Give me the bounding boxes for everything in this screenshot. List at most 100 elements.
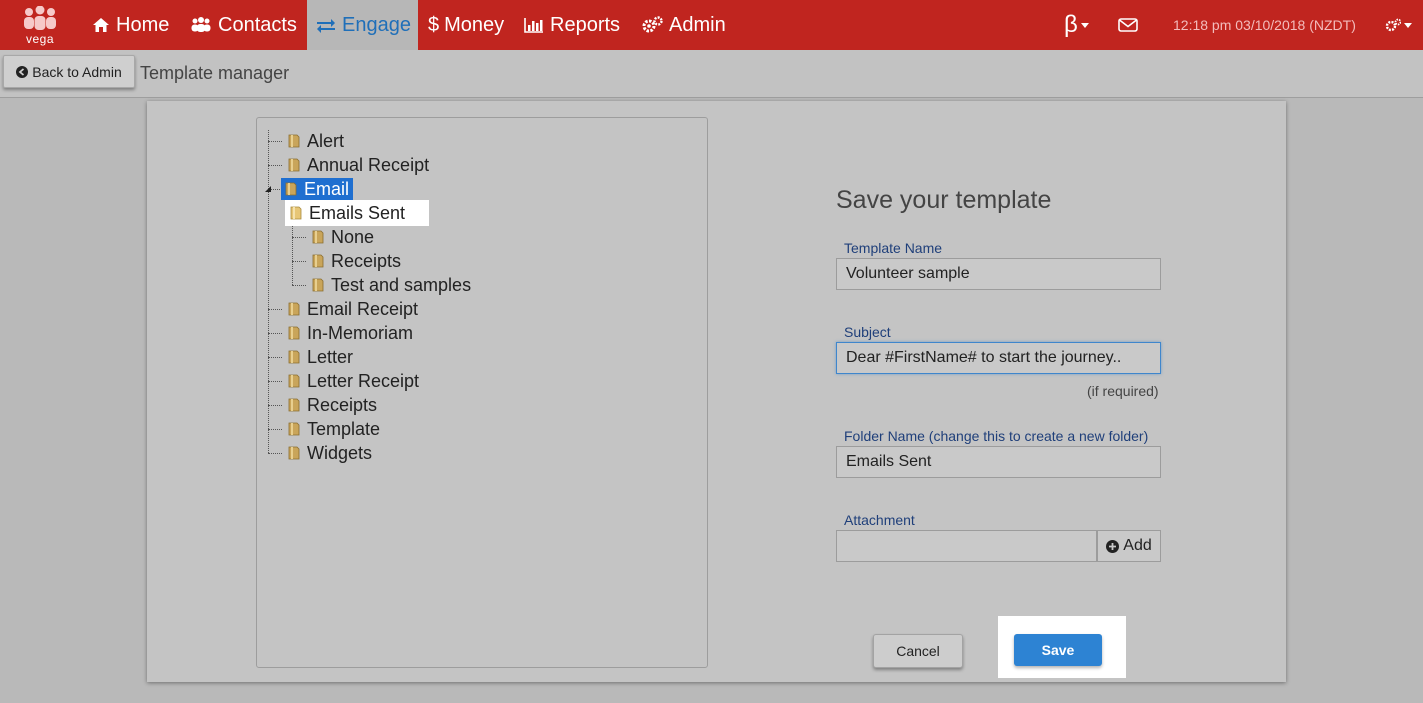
tree-node-label: Template [307,418,381,439]
template-name-input[interactable]: Volunteer sample [836,258,1161,290]
form-title: Save your template [836,186,1052,214]
settings-menu[interactable] [1385,0,1412,50]
nav-admin[interactable]: Admin [641,0,726,50]
subject-input[interactable]: Dear #FirstName# to start the journey.. [836,342,1161,374]
nav-home[interactable]: Home [92,0,169,50]
tree-connector [268,405,282,406]
folder-icon [288,446,300,460]
nav-engage[interactable]: Engage [307,0,418,50]
folder-icon [312,230,324,244]
folder-icon [312,278,324,292]
plus-circle-icon [1106,539,1120,553]
back-to-admin-label: Back to Admin [32,63,122,80]
add-label: Add [1123,537,1152,554]
tree-connector [268,381,282,382]
envelope-icon [1118,18,1138,32]
tree-node-email[interactable]: Email [281,178,354,200]
tree-node-annual-receipt[interactable]: Annual Receipt [287,154,429,176]
bar-chart-icon [524,17,544,33]
nav-reports[interactable]: Reports [524,0,620,50]
tree-node-label: Letter Receipt [307,370,420,391]
folder-icon [288,350,300,364]
nav-contacts-label: Contacts [218,13,297,36]
save-button[interactable]: Save [1014,634,1102,666]
tree-node-email-receipt[interactable]: Email Receipt [287,298,418,320]
nav-money-label: Money [444,13,505,36]
tree-connector [268,309,282,310]
attachment-label: Attachment [844,512,915,528]
folder-icon [285,182,297,196]
chevron-down-icon [1404,22,1412,28]
nav-engage-label: Engage [342,13,411,36]
mail-button[interactable] [1118,0,1138,50]
tree-connector [268,165,282,166]
tree-connector [268,429,282,430]
tree-node-alert[interactable]: Alert [287,130,344,152]
tree-node-emails-sent[interactable]: Emails Sent [285,200,430,226]
tree-connector [268,453,282,454]
nav-contacts[interactable]: Contacts [190,0,297,50]
beta-label: β [1064,11,1078,38]
tree-node-label: In-Memoriam [307,322,414,343]
template-save-panel: Alert Annual Receipt Email Emails Sent N… [147,101,1286,682]
tree-node-label: Letter [307,346,354,367]
tree-node-test-and-samples[interactable]: Test and samples [311,274,471,296]
gear-icon [1385,18,1401,32]
subject-label: Subject [844,324,891,340]
tree-node-in-memoriam[interactable]: In-Memoriam [287,322,413,344]
folder-name-input[interactable]: Emails Sent [836,446,1161,478]
tree-node-label: Widgets [307,442,373,463]
attachment-input[interactable] [836,530,1097,562]
tree-node-label: Test and samples [331,274,472,295]
template-name-label: Template Name [844,240,943,256]
tree-node-label: Receipts [307,394,378,415]
folder-tree: Alert Annual Receipt Email Emails Sent N… [256,117,708,668]
folder-name-label: Folder Name (change this to create a new… [844,428,1149,444]
users-icon [190,17,212,33]
tree-node-receipts-child[interactable]: Receipts [311,250,401,272]
tree-connector [268,141,282,142]
folder-icon [288,134,300,148]
tree-node-label: Alert [307,130,345,151]
vega-logo[interactable]: vega [22,5,58,46]
tree-connector [292,285,306,286]
tree-connector [292,261,306,262]
subject-hint: (if required) [1087,383,1159,399]
logo-text: vega [25,32,55,46]
tree-node-label: Email Receipt [307,298,419,319]
people-logo-icon [24,5,56,30]
tree-node-letter-receipt[interactable]: Letter Receipt [287,370,419,392]
save-highlight: Save [998,616,1126,678]
cancel-button[interactable]: Cancel [873,634,963,668]
tree-node-label: Email [304,178,350,199]
tree-node-template[interactable]: Template [287,418,380,440]
tree-node-label: Receipts [331,250,402,271]
subject-value: Dear #FirstName# to start the journey.. [846,349,1122,366]
tree-node-receipts[interactable]: Receipts [287,394,377,416]
folder-name-value: Emails Sent [846,453,932,470]
top-navbar: vega Home Contacts Engage $ Money Report… [0,0,1423,50]
folder-icon [288,374,300,388]
back-to-admin-button[interactable]: Back to Admin [3,55,135,88]
tree-connector [268,357,282,358]
expand-toggle-icon[interactable] [264,185,272,193]
nav-reports-label: Reports [550,13,621,36]
folder-icon [288,302,300,316]
folder-icon [288,422,300,436]
tree-connector [268,333,282,334]
nav-admin-label: Admin [669,13,726,36]
tree-node-letter[interactable]: Letter [287,346,353,368]
exchange-icon [316,17,336,33]
nav-money[interactable]: $ Money [428,0,504,50]
arrow-left-circle-icon [16,65,29,78]
beta-menu[interactable]: β [1064,0,1089,50]
tree-node-widgets[interactable]: Widgets [287,442,372,464]
folder-icon [288,326,300,340]
dollar-icon: $ [428,13,440,36]
folder-icon [288,398,300,412]
sub-header: Back to Admin Template manager [0,50,1423,98]
add-attachment-button[interactable]: Add [1097,530,1161,562]
folder-icon [312,254,324,268]
chevron-down-icon [1080,22,1089,28]
tree-node-none[interactable]: None [311,226,374,248]
